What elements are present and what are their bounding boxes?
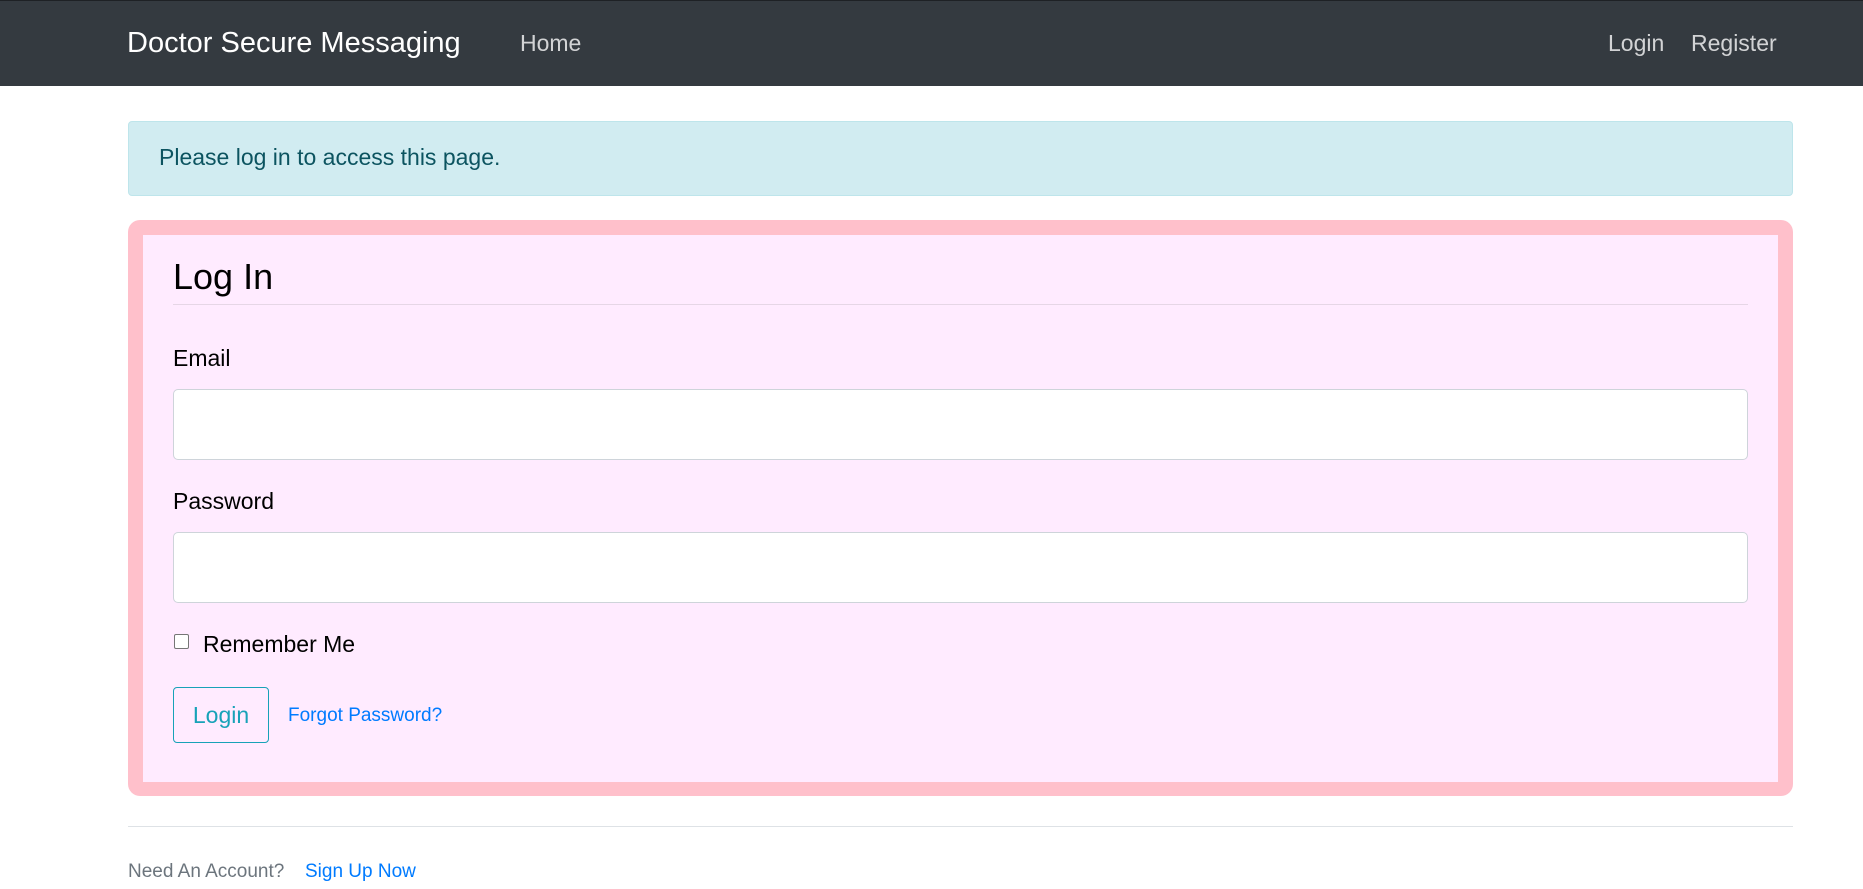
- email-field[interactable]: [173, 389, 1748, 460]
- brand-link[interactable]: Doctor Secure Messaging: [127, 27, 461, 60]
- remember-me-label[interactable]: Remember Me: [203, 631, 355, 658]
- password-field[interactable]: [173, 532, 1748, 603]
- password-label: Password: [173, 488, 274, 514]
- legend-divider: [173, 304, 1748, 305]
- form-legend: Log In: [173, 256, 274, 297]
- info-alert: Please log in to access this page.: [128, 121, 1793, 196]
- footer-divider: [128, 826, 1793, 827]
- alert-message: Please log in to access this page.: [159, 144, 501, 170]
- remember-me-checkbox[interactable]: [174, 634, 189, 649]
- email-label: Email: [173, 345, 231, 371]
- sign-up-link[interactable]: Sign Up Now: [305, 861, 416, 883]
- login-submit-button[interactable]: Login: [173, 687, 269, 743]
- forgot-password-link[interactable]: Forgot Password?: [288, 705, 442, 727]
- navbar: Doctor Secure Messaging Home Login Regis…: [0, 0, 1863, 86]
- nav-register-link[interactable]: Register: [1691, 30, 1777, 57]
- login-card: [143, 235, 1778, 782]
- nav-home-link[interactable]: Home: [520, 30, 581, 57]
- need-account-text: Need An Account?: [128, 861, 285, 882]
- nav-login-link[interactable]: Login: [1608, 30, 1664, 57]
